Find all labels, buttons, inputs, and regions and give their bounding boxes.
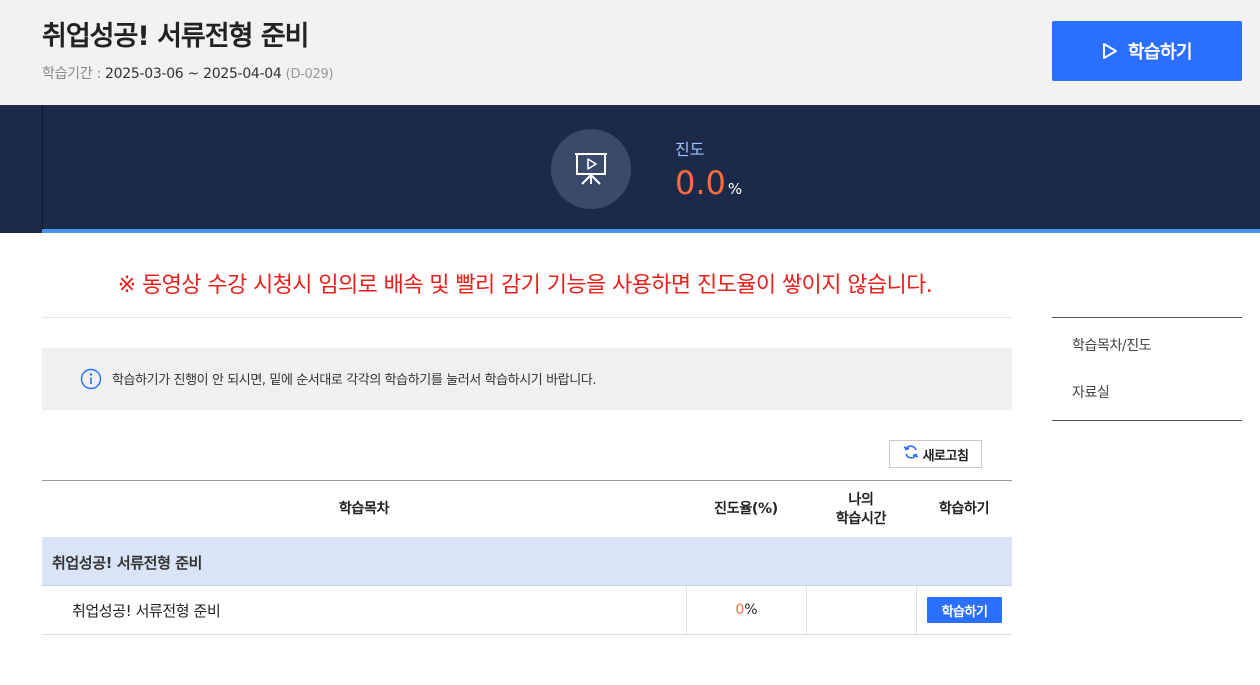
progress-value: 0.0% [675, 164, 742, 202]
row-progress-unit: % [744, 602, 758, 618]
study-period-dates: 2025-03-06 ~ 2025-04-04 [105, 66, 282, 82]
playback-warning: ※ 동영상 수강 시청시 임의로 배속 및 빨리 감기 기능을 사용하면 진도율… [117, 273, 933, 298]
header-title: 학습목차 [338, 501, 390, 518]
header-my-time-line2: 학습시간 [835, 510, 887, 527]
refresh-icon [903, 444, 919, 464]
header-action: 학습하기 [938, 501, 990, 518]
info-notice: 학습하기가 진행이 안 되시면, 밑에 순서대로 각각의 학습하기를 눌러서 학… [42, 348, 1012, 410]
refresh-button[interactable]: 새로고침 [889, 440, 982, 468]
study-period-label: 학습기간 : [42, 66, 106, 82]
refresh-label: 새로고침 [922, 448, 969, 464]
table-row: 취업성공! 서류전형 준비 0% 학습하기 [42, 586, 1012, 635]
start-learning-label: 학습하기 [1127, 42, 1193, 63]
row-time-cell [806, 586, 916, 634]
start-learning-button[interactable]: 학습하기 [1052, 21, 1242, 81]
row-progress-cell: 0% [686, 586, 806, 634]
dday-counter: (D-029) [285, 67, 334, 82]
row-action-cell: 학습하기 [916, 586, 1012, 634]
progress-bar [42, 229, 1260, 233]
study-period: 학습기간 : 2025-03-06 ~ 2025-04-04 (D-029) [42, 63, 334, 83]
header-my-time-line1: 나의 [848, 491, 874, 508]
info-notice-text: 학습하기가 진행이 안 되시면, 밑에 순서대로 각각의 학습하기를 눌러서 학… [112, 373, 597, 388]
table-header: 학습목차 진도율(%) 나의학습시간 학습하기 [42, 480, 1012, 539]
header-my-time: 나의학습시간 [806, 481, 916, 538]
side-menu-divider-bottom [1052, 420, 1242, 421]
chapter-group-title: 취업성공! 서류전형 준비 [52, 554, 203, 572]
divider [42, 317, 1012, 318]
progress-number: 0.0 [675, 164, 726, 202]
side-menu-item-curriculum[interactable]: 학습목차/진도 [1072, 335, 1152, 355]
row-start-learning-button[interactable]: 학습하기 [927, 597, 1002, 623]
row-progress-value: 0 [735, 602, 745, 618]
row-title-cell: 취업성공! 서류전형 준비 [72, 586, 686, 634]
course-title: 취업성공! 서류전형 준비 [42, 21, 310, 52]
banner-edge [42, 105, 43, 229]
row-title: 취업성공! 서류전형 준비 [72, 601, 221, 620]
header-progress: 진도율(%) [714, 501, 778, 518]
play-icon [1102, 42, 1118, 60]
progress-unit: % [727, 180, 743, 198]
info-icon [80, 368, 102, 394]
side-menu-item-resources[interactable]: 자료실 [1072, 382, 1110, 402]
progress-label: 진도 [675, 140, 705, 159]
side-menu-divider-top [1052, 317, 1242, 318]
course-header: 취업성공! 서류전형 준비 학습기간 : 2025-03-06 ~ 2025-0… [0, 0, 1260, 105]
presentation-play-icon [551, 129, 631, 209]
chapter-group-row: 취업성공! 서류전형 준비 [42, 537, 1012, 586]
